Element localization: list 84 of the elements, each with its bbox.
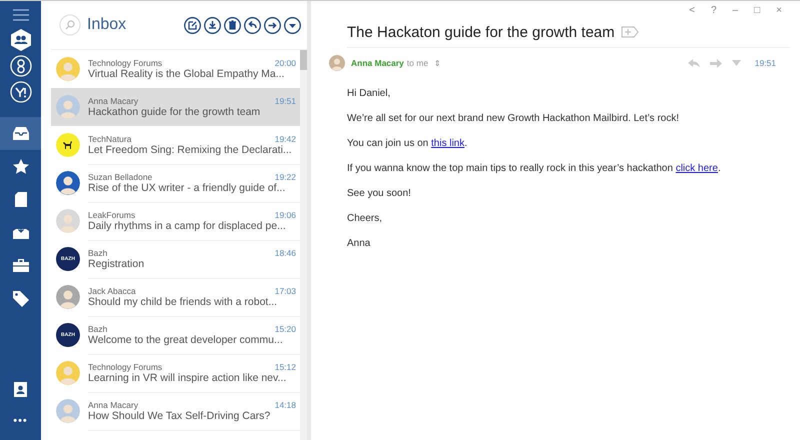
avatar-icon <box>56 399 80 423</box>
sender-name: LeakForums <box>88 210 136 220</box>
star-icon <box>12 159 28 174</box>
body-paragraph: See you soon! <box>347 188 412 199</box>
sender-name: Technology Forums <box>88 362 162 372</box>
recipient-text: to me <box>406 58 428 68</box>
sender-name: Bazh <box>88 248 108 258</box>
tag-icon <box>12 290 28 306</box>
message-item[interactable]: Anna Macary 14:18 How Should We Tax Self-Driving Cars? <box>51 392 300 430</box>
message-item[interactable]: LeakForums 19:06 Daily rhythms in a camp for displaced pe... <box>51 202 300 240</box>
scrollbar[interactable] <box>300 49 307 440</box>
dropdown-icon[interactable] <box>284 16 301 34</box>
message-subject: Welcome to the great developer commu... <box>88 334 284 346</box>
message-subject: Learning in VR will inspire action like nev... <box>88 372 288 384</box>
people-icon <box>10 28 32 52</box>
message-time: 20:00 <box>274 58 296 68</box>
message-item[interactable]: Technology Forums 15:12 Learning in VR will inspire action like nev... <box>51 354 300 392</box>
avatar-icon <box>56 285 80 309</box>
more-button[interactable]: ••• <box>0 406 41 436</box>
message-time: 19:42 <box>274 134 296 144</box>
avatar-icon <box>56 95 80 119</box>
window-control[interactable]: < <box>687 4 697 16</box>
message-time: 18:46 <box>274 248 296 258</box>
window-control[interactable]: ? <box>708 4 719 16</box>
message-time: 19:51 <box>754 58 776 68</box>
folder-title: Inbox <box>87 16 128 34</box>
message-subject: Virtual Reality is the Global Empathy Ma... <box>88 68 286 80</box>
contacts-icon <box>14 382 27 397</box>
inbox-icon <box>12 127 28 140</box>
message-time: 19:22 <box>274 172 296 182</box>
menu-icon[interactable] <box>12 9 28 21</box>
body-paragraph: Cheers, <box>347 213 384 224</box>
download-icon[interactable] <box>204 16 221 34</box>
avatar-icon <box>56 171 80 195</box>
message-time: 17:03 <box>274 286 296 296</box>
window-control[interactable]: – <box>730 4 740 16</box>
sender-name: Anna Macary <box>351 58 404 68</box>
body-paragraph: Anna <box>347 238 372 249</box>
body-paragraph: Hi Daniel, <box>347 88 392 99</box>
message-subject: Registration <box>88 258 146 270</box>
sender-avatar-icon <box>329 55 345 71</box>
window-control[interactable]: × <box>774 4 784 16</box>
link[interactable]: this link <box>431 138 464 149</box>
message-time: 15:20 <box>274 324 296 334</box>
avatar-icon <box>56 209 80 233</box>
link[interactable]: click here <box>676 163 718 174</box>
body-paragraph: If you wanna know the top main tips to really rock in this year’s hackathon click here. <box>347 163 722 174</box>
body-paragraph: We’re all set for our next brand new Growth Hackathon Mailbird. Let’s rock! <box>347 113 680 124</box>
yahoo-icon <box>10 81 32 103</box>
message-time: 19:51 <box>274 96 296 106</box>
delete-icon[interactable] <box>224 16 241 34</box>
message-title: The Hackaton guide for the growth team <box>347 24 615 40</box>
window-control[interactable]: □ <box>752 4 762 16</box>
forward-icon[interactable] <box>264 16 281 34</box>
message-item[interactable]: Jack Abacca 17:03 Should my child be friends with a robot... <box>51 278 300 316</box>
sender-name: Bazh <box>88 324 108 334</box>
briefcase-icon <box>12 259 28 272</box>
sender-name: Anna Macary <box>88 96 138 106</box>
message-item[interactable]: Anna Macary 19:51 Hackathon guide for the growth team <box>51 88 300 126</box>
message-subject: How Should We Tax Self-Driving Cars? <box>88 410 272 422</box>
message-subject: Daily rhythms in a camp for displaced pe... <box>88 220 287 232</box>
sender-name: Anna Macary <box>88 400 138 410</box>
reply-icon[interactable] <box>244 16 261 34</box>
message-time: 19:06 <box>274 210 296 220</box>
message-subject: Rise of the UX writer - a friendly guide of... <box>88 182 286 194</box>
message-item[interactable]: TechNatura 19:42 Let Freedom Sing: Remixing the Declarati... <box>51 126 300 164</box>
avatar-icon <box>56 57 80 81</box>
message-subject: Should my child be friends with a robot... <box>88 296 278 308</box>
sender-name: Suzan Belladone <box>88 172 152 182</box>
document-icon <box>14 192 26 207</box>
scrollbar-thumb[interactable] <box>300 50 307 70</box>
message-time: 15:12 <box>274 362 296 372</box>
message-item[interactable]: Suzan Belladone 19:22 Rise of the UX writer - a friendly guide of... <box>51 164 300 202</box>
body-paragraph: You can join us on this link. <box>347 138 468 149</box>
folder-item[interactable] <box>0 117 41 150</box>
compose-icon[interactable] <box>184 16 201 34</box>
avatar-icon <box>56 361 80 385</box>
sender-name: Jack Abacca <box>88 286 136 296</box>
sender-name: TechNatura <box>88 134 132 144</box>
tray-icon <box>12 226 28 239</box>
message-subject: Hackathon guide for the growth team <box>88 106 262 118</box>
sender-name: Technology Forums <box>88 58 162 68</box>
message-time: 14:18 <box>274 400 296 410</box>
message-subject: Let Freedom Sing: Remixing the Declarati... <box>88 144 293 156</box>
